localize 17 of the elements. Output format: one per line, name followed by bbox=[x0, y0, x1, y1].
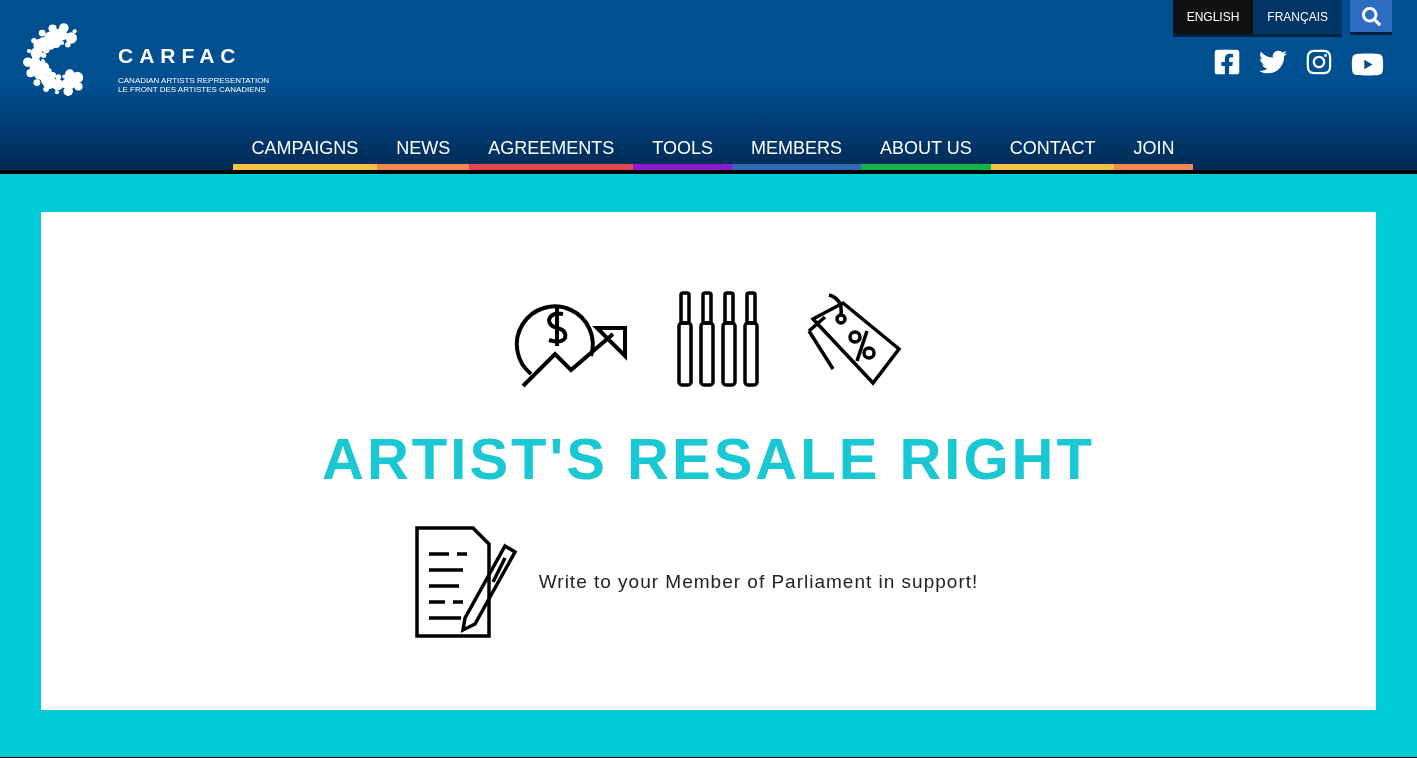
nav-link[interactable]: TOOLS bbox=[633, 135, 732, 164]
search-icon bbox=[1361, 6, 1381, 26]
nav-link[interactable]: AGREEMENTS bbox=[469, 135, 634, 164]
nav-link[interactable]: ABOUT US bbox=[861, 135, 991, 164]
logo-name: CARFAC bbox=[118, 44, 243, 66]
nav-link[interactable]: NEWS bbox=[377, 135, 470, 164]
logo-tagline: LE FRONT DES ARTISTES CANADIENS bbox=[118, 84, 267, 94]
nav-link[interactable]: CONTACT bbox=[990, 135, 1115, 164]
nav-link[interactable]: CAMPAIGNS bbox=[232, 135, 378, 164]
banner-message: Write to your Member of Parliament in support! bbox=[538, 569, 979, 594]
search-button[interactable] bbox=[1350, 0, 1392, 32]
nav-link[interactable]: MEMBERS bbox=[732, 135, 862, 164]
language-tab[interactable]: ENGLISH bbox=[1172, 0, 1254, 34]
nav-link[interactable]: JOIN bbox=[1114, 135, 1194, 164]
logo-tagline: CANADIAN ARTISTS REPRESENTATION bbox=[118, 75, 270, 85]
banner-title: ARTIST'S RESALE RIGHT bbox=[322, 430, 1095, 488]
language-tab[interactable]: FRANÇAIS bbox=[1253, 0, 1342, 34]
